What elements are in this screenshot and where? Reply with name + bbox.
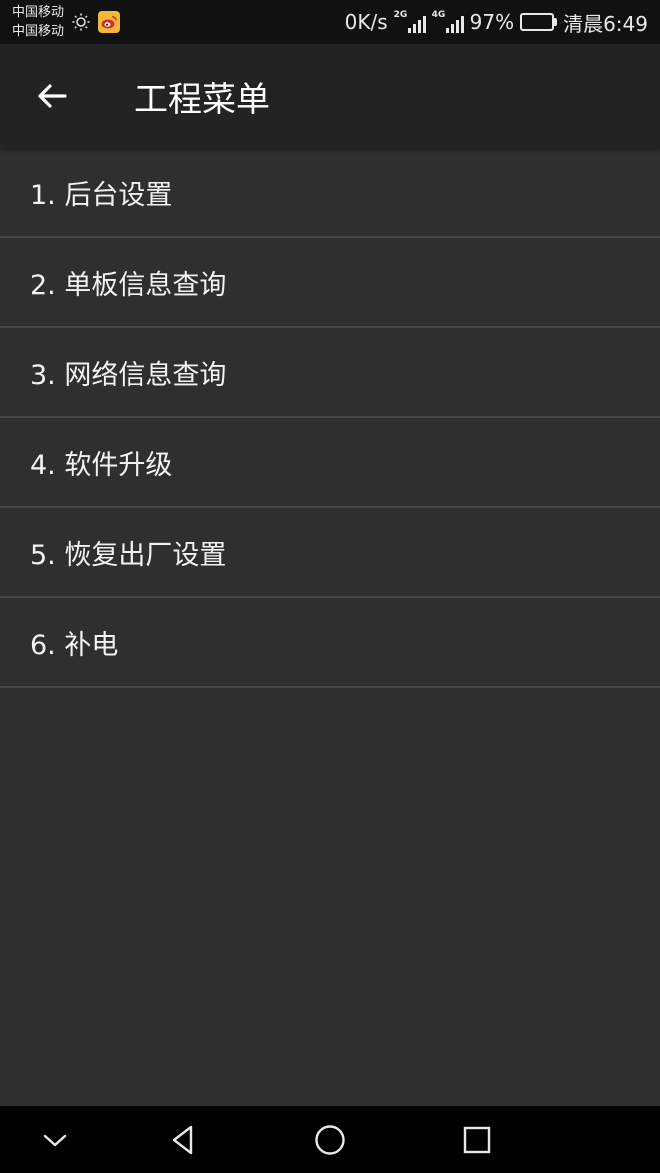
carrier-2: 中国移动	[12, 24, 65, 39]
home-circle-icon	[315, 1124, 345, 1155]
chevron-down-icon	[43, 1134, 67, 1146]
back-triangle-icon	[172, 1125, 193, 1154]
recents-square-icon	[463, 1126, 491, 1153]
signal-icon: 4G	[431, 10, 464, 33]
menu-item-board-info[interactable]: 2. 单板信息查询	[0, 238, 660, 328]
nav-back-button[interactable]	[143, 1106, 223, 1173]
arrow-left-icon	[38, 84, 67, 108]
nav-recents-button[interactable]	[437, 1106, 517, 1173]
back-button[interactable]	[22, 66, 82, 126]
status-bar: 中国移动 中国移动 0K/s 2G 4G 97% 清晨6:49	[0, 0, 660, 44]
app-bar: 工程菜单	[0, 44, 660, 148]
weibo-icon	[98, 11, 121, 33]
battery-percent: 97%	[469, 10, 515, 34]
sim2-network-label: 4G	[431, 10, 446, 20]
status-right: 0K/s 2G 4G 97% 清晨6:49	[345, 8, 648, 37]
battery-icon	[520, 13, 558, 31]
menu-item-software-upgrade[interactable]: 4. 软件升级	[0, 418, 660, 508]
status-left: 中国移动 中国移动	[12, 3, 121, 41]
hide-nav-button[interactable]	[15, 1106, 95, 1173]
sun-icon	[72, 13, 90, 31]
menu-item-recharge[interactable]: 6. 补电	[0, 598, 660, 688]
net-speed: 0K/s	[344, 10, 388, 34]
menu-list: 1. 后台设置 2. 单板信息查询 3. 网络信息查询 4. 软件升级 5. 恢…	[0, 148, 660, 688]
clock: 清晨6:49	[563, 11, 648, 36]
menu-item-background-settings[interactable]: 1. 后台设置	[0, 148, 660, 238]
sim1-network-label: 2G	[393, 10, 408, 20]
page-title: 工程菜单	[134, 79, 270, 120]
nav-home-button[interactable]	[290, 1106, 370, 1173]
signal-icon: 2G	[393, 10, 426, 33]
navigation-bar	[0, 1106, 660, 1173]
carrier-1: 中国移动	[12, 5, 65, 20]
carrier-labels: 中国移动 中国移动	[12, 3, 64, 41]
screen: 中国移动 中国移动 0K/s 2G 4G 97% 清晨6:49 工程菜单 1. …	[0, 0, 660, 1173]
menu-item-factory-reset[interactable]: 5. 恢复出厂设置	[0, 508, 660, 598]
menu-item-network-info[interactable]: 3. 网络信息查询	[0, 328, 660, 418]
